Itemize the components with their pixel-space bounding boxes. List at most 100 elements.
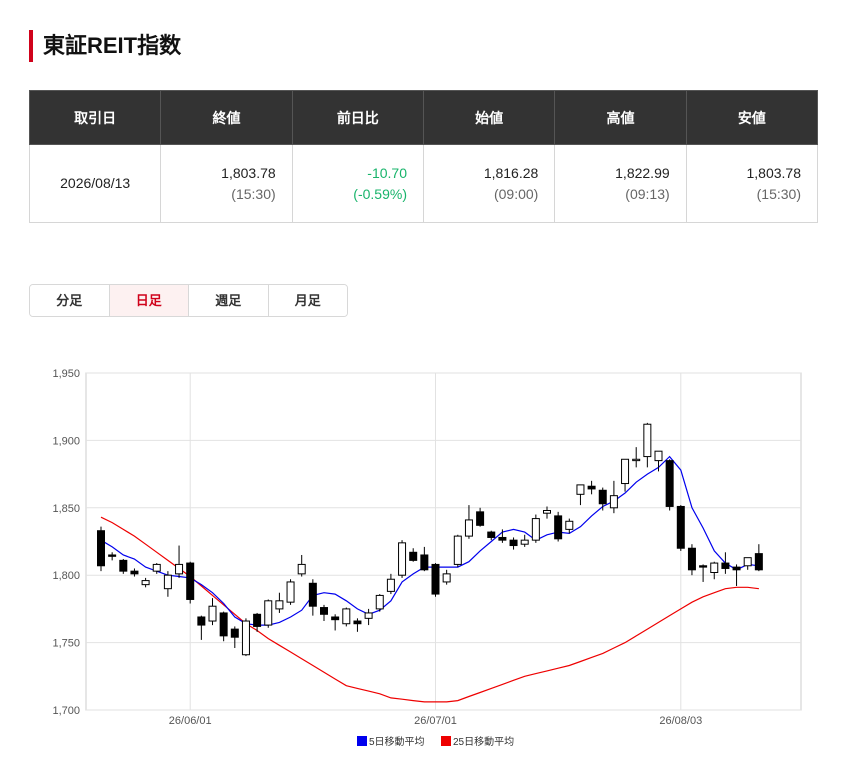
- header-trade-date: 取引日: [28, 90, 162, 145]
- tab-minute[interactable]: 分足: [30, 285, 110, 316]
- candle-down: [308, 582, 317, 607]
- candle-down: [509, 539, 518, 547]
- candle-down: [732, 566, 741, 571]
- y-tick-label: 1,700: [52, 705, 80, 717]
- candle-up: [163, 574, 172, 590]
- candle-down: [320, 607, 328, 615]
- candle-up: [297, 563, 306, 575]
- candle-up: [386, 578, 395, 592]
- candle-up: [453, 535, 462, 565]
- candle-up: [364, 612, 373, 619]
- change-value: -10.70: [367, 164, 407, 181]
- candle-down: [409, 551, 418, 561]
- x-tick-label: 26/06/01: [169, 715, 212, 727]
- candle-up: [632, 458, 641, 462]
- page-title: 東証REIT指数: [29, 30, 181, 62]
- candle-up: [241, 620, 250, 656]
- y-tick-label: 1,750: [52, 638, 80, 650]
- candle-down: [186, 562, 195, 600]
- open-value: 1,816.28: [483, 164, 539, 181]
- x-tick-label: 26/08/03: [659, 715, 702, 727]
- close-time: (15:30): [231, 185, 276, 202]
- price-chart: 1,700 1,750 1,800 1,850 1,900 1,950 26/06/01 26…: [52, 368, 802, 748]
- candle-up: [621, 458, 630, 485]
- candle-down: [119, 559, 128, 572]
- header-close: 終値: [160, 90, 293, 145]
- candle-down: [476, 511, 485, 526]
- y-tick-label: 1,800: [52, 570, 80, 582]
- quote-table: 取引日 終値 前日比 始値 高値 安値 2026/08/13 1,803.78 …: [28, 90, 819, 223]
- candle-up: [743, 557, 752, 567]
- candle-down: [431, 563, 440, 595]
- candle-up: [152, 563, 161, 572]
- candle-down: [665, 460, 674, 507]
- header-high: 高値: [554, 90, 687, 145]
- y-tick-label: 1,950: [52, 368, 80, 380]
- low-cell: 1,803.78 (15:30): [685, 144, 819, 223]
- candle-down: [230, 628, 239, 638]
- legend-swatch: [441, 736, 451, 746]
- quote-row: 2026/08/13 1,803.78 (15:30) -10.70 (-0.5…: [28, 144, 819, 223]
- high-value: 1,822.99: [615, 164, 670, 181]
- tab-daily[interactable]: 日足: [109, 285, 189, 316]
- candle-down: [219, 612, 228, 637]
- change-cell: -10.70 (-0.59%): [291, 144, 424, 223]
- candle-up: [398, 542, 407, 576]
- low-value: 1,803.78: [746, 164, 802, 181]
- candle-down: [598, 489, 607, 505]
- candle-up: [442, 573, 451, 583]
- candle-up: [175, 563, 184, 575]
- candle-up: [609, 495, 618, 509]
- open-cell: 1,816.28 (09:00): [422, 144, 556, 223]
- candle-down: [97, 530, 105, 567]
- change-percent: (-0.59%): [353, 185, 407, 202]
- quote-header-row: 取引日 終値 前日比 始値 高値 安値: [28, 90, 819, 145]
- candle-up: [375, 594, 384, 610]
- header-low: 安値: [685, 90, 819, 145]
- x-tick-label: 26/07/01: [414, 715, 457, 727]
- candle-up: [710, 562, 719, 574]
- candle-up: [643, 423, 652, 458]
- candle-down: [498, 536, 507, 541]
- candle-up: [275, 600, 284, 610]
- tab-weekly[interactable]: 週足: [189, 285, 269, 316]
- open-time: (09:00): [493, 185, 539, 202]
- candle-up: [520, 539, 529, 545]
- close-cell: 1,803.78 (15:30): [160, 144, 293, 223]
- plot-area: [85, 372, 802, 711]
- candle-down: [699, 565, 708, 568]
- low-time: (15:30): [756, 185, 801, 202]
- candle-down: [687, 547, 696, 571]
- candle-up: [543, 509, 551, 514]
- candle-down: [197, 616, 206, 626]
- candle-up: [531, 518, 540, 541]
- candle-down: [108, 554, 117, 557]
- candle-down: [754, 553, 763, 571]
- header-change: 前日比: [291, 90, 424, 145]
- candle-down: [353, 620, 362, 625]
- header-open: 始値: [422, 90, 556, 145]
- candle-up: [464, 519, 473, 537]
- candle-up: [342, 608, 351, 625]
- candle-down: [676, 505, 685, 549]
- close-value: 1,803.78: [221, 164, 276, 181]
- candle-up: [286, 581, 295, 603]
- candle-down: [420, 554, 429, 571]
- candle-up: [565, 520, 574, 530]
- candle-up: [141, 580, 150, 586]
- tab-monthly[interactable]: 月足: [268, 285, 347, 316]
- trade-date: 2026/08/13: [28, 144, 162, 223]
- high-time: (09:13): [625, 185, 670, 202]
- chart-period-tabs: 分足 日足 週足 月足: [29, 284, 348, 317]
- candle-down: [721, 562, 730, 569]
- candle-up: [576, 484, 585, 495]
- legend-swatch: [357, 736, 367, 746]
- legend-label: 25日移動平均: [453, 735, 514, 748]
- candle-down: [487, 531, 496, 538]
- y-tick-label: 1,850: [52, 503, 80, 515]
- candle-down: [554, 515, 563, 540]
- candle-up: [208, 605, 217, 622]
- y-tick-label: 1,900: [52, 435, 80, 447]
- candle-down: [331, 616, 340, 621]
- legend-label: 5日移動平均: [369, 735, 425, 748]
